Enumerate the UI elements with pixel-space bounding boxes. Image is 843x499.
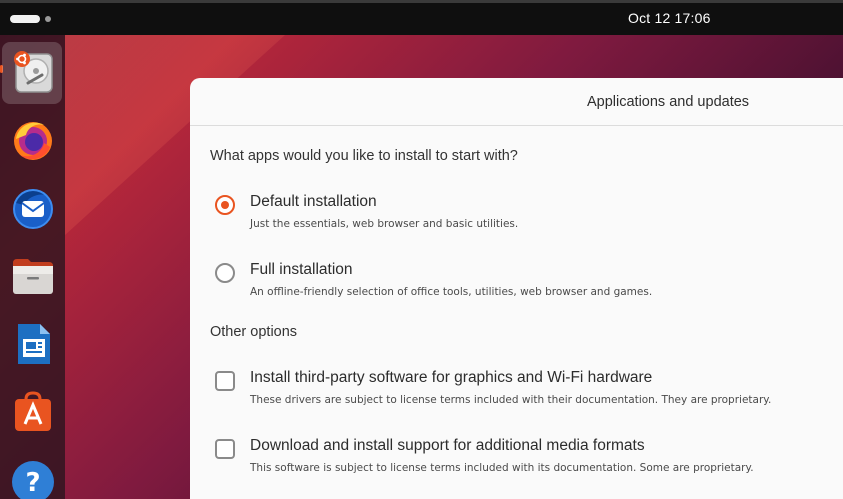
- top-bar: Oct 12 17:06: [0, 0, 843, 35]
- help-icon: ?: [11, 461, 54, 499]
- dock: ?: [0, 35, 65, 499]
- option-description: These drivers are subject to license ter…: [250, 394, 772, 406]
- option-description: An offline-friendly selection of office …: [250, 286, 653, 298]
- radio-default-installation[interactable]: [215, 195, 235, 215]
- option-media-formats[interactable]: Download and install support for additio…: [215, 435, 843, 489]
- installer-window: Applications and updates What apps would…: [190, 78, 843, 499]
- option-default-installation[interactable]: Default installation Just the essentials…: [215, 191, 843, 245]
- option-title[interactable]: Download and install support for additio…: [250, 437, 645, 455]
- window-title: Applications and updates: [587, 94, 750, 110]
- option-title[interactable]: Install third-party software for graphic…: [250, 369, 652, 387]
- dock-item-installer[interactable]: [0, 38, 65, 106]
- option-description: This software is subject to license term…: [250, 462, 754, 474]
- other-options-label: Other options: [210, 324, 298, 340]
- dock-item-app-center[interactable]: [0, 378, 65, 446]
- files-icon: [12, 259, 53, 294]
- dock-item-writer[interactable]: [0, 310, 65, 378]
- checkbox-media-formats[interactable]: [215, 439, 235, 459]
- option-third-party-software[interactable]: Install third-party software for graphic…: [215, 367, 843, 421]
- option-full-installation[interactable]: Full installation An offline-friendly se…: [215, 259, 843, 313]
- clock[interactable]: Oct 12 17:06: [628, 10, 711, 26]
- dock-item-firefox[interactable]: [0, 106, 65, 174]
- dock-item-thunderbird[interactable]: [0, 174, 65, 242]
- svg-text:?: ?: [25, 468, 40, 498]
- installer-disk-icon: [13, 51, 53, 93]
- activities-button[interactable]: [10, 15, 40, 23]
- libreoffice-writer-icon: [17, 324, 50, 364]
- firefox-icon: [13, 122, 52, 160]
- option-title[interactable]: Default installation: [250, 193, 377, 211]
- thunderbird-icon: [12, 189, 53, 229]
- window-header: Applications and updates: [190, 78, 843, 126]
- radio-full-installation[interactable]: [215, 263, 235, 283]
- apps-question: What apps would you like to install to s…: [210, 148, 518, 164]
- option-description: Just the essentials, web browser and bas…: [250, 218, 519, 230]
- option-title[interactable]: Full installation: [250, 261, 353, 279]
- dock-item-files[interactable]: [0, 242, 65, 310]
- app-center-icon: [14, 391, 51, 431]
- checkbox-third-party-software[interactable]: [215, 371, 235, 391]
- dock-item-help[interactable]: ?: [0, 446, 65, 499]
- workspace-indicator[interactable]: [45, 16, 51, 22]
